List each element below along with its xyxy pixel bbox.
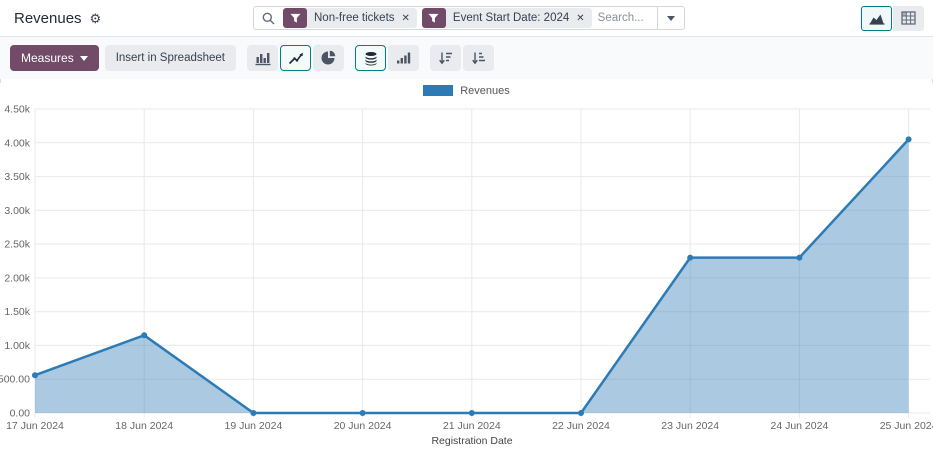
chart-point[interactable] <box>687 255 693 261</box>
bar-chart-button[interactable] <box>247 45 278 71</box>
x-tick-label: 17 Jun 2024 <box>6 420 64 432</box>
control-panel: Revenues ⚙ Non-free tickets ✕ Event Star… <box>0 0 933 37</box>
y-tick-label: 4.50k <box>4 104 30 116</box>
measures-label: Measures <box>21 51 74 65</box>
y-tick-label: 1.50k <box>4 306 30 318</box>
y-tick-label: 0.00 <box>10 408 31 420</box>
facet-close-icon[interactable]: ✕ <box>574 8 591 28</box>
graph-view-button[interactable] <box>861 6 892 31</box>
y-tick-label: 3.00k <box>4 205 30 217</box>
chart-point[interactable] <box>141 332 147 338</box>
caret-down-icon <box>80 56 88 61</box>
filter-funnel-icon[interactable] <box>422 8 446 28</box>
x-axis-title: Registration Date <box>431 435 512 447</box>
chart-point[interactable] <box>360 410 366 416</box>
sort-group <box>430 45 494 71</box>
revenue-chart-svg[interactable]: 0.00 500.00 1.00k 1.50k 2.00k 2.50k 3.00k 3.50k… <box>0 98 933 447</box>
chart-point[interactable] <box>32 372 38 378</box>
search-input[interactable] <box>592 12 657 24</box>
line-chart-icon <box>288 51 304 66</box>
filter-facet-event-start-date: Event Start Date: 2024 ✕ <box>422 8 592 28</box>
app-root: { "header": { "title": "Revenues", "gear… <box>0 0 933 449</box>
facet-label: Non-free tickets <box>307 8 400 28</box>
x-tick-label: 21 Jun 2024 <box>443 420 501 432</box>
pie-chart-icon <box>321 50 337 66</box>
y-tick-label: 2.00k <box>4 272 30 284</box>
page-title: Revenues <box>14 10 82 27</box>
bar-chart-icon <box>255 51 271 66</box>
x-tick-label: 18 Jun 2024 <box>115 420 173 432</box>
y-tick-label: 2.50k <box>4 239 30 251</box>
pivot-view-button[interactable] <box>893 6 924 31</box>
filter-funnel-icon[interactable] <box>283 8 307 28</box>
insert-in-spreadsheet-button[interactable]: Insert in Spreadsheet <box>105 45 236 71</box>
chart-section: Revenues 0.00 500.00 1.00k 1.50k 2.00k 2.50k 3… <box>0 83 933 449</box>
x-tick-label: 22 Jun 2024 <box>552 420 610 432</box>
gear-icon[interactable]: ⚙ <box>90 12 102 25</box>
x-tick-label: 25 Jun 2024 <box>880 420 933 432</box>
chart-point[interactable] <box>906 136 912 142</box>
view-switcher <box>861 6 924 31</box>
facet-label: Event Start Date: 2024 <box>446 8 574 28</box>
search-icon <box>261 11 276 26</box>
legend-swatch <box>423 85 453 96</box>
search-dropdown-toggle[interactable] <box>657 7 684 29</box>
caret-down-icon <box>667 16 675 21</box>
database-stack-icon <box>364 51 378 66</box>
y-tick-label: 1.00k <box>4 340 30 352</box>
facet-close-icon[interactable]: ✕ <box>400 8 417 28</box>
chart-point[interactable] <box>578 410 584 416</box>
area-chart-icon <box>869 11 885 25</box>
pivot-grid-icon <box>901 11 916 25</box>
graph-toolbar: Measures Insert in Spreadsheet <box>0 37 933 79</box>
legend-label: Revenues <box>460 85 510 97</box>
line-chart-button[interactable] <box>280 45 311 71</box>
cumulative-toggle-button[interactable] <box>388 45 419 71</box>
measures-button[interactable]: Measures <box>10 45 99 71</box>
sort-descending-button[interactable] <box>430 45 461 71</box>
x-tick-label: 24 Jun 2024 <box>770 420 828 432</box>
breadcrumb: Revenues ⚙ <box>14 10 253 27</box>
chart-point[interactable] <box>469 410 475 416</box>
filter-facet-non-free-tickets: Non-free tickets ✕ <box>283 8 417 28</box>
chart-legend[interactable]: Revenues <box>0 83 933 98</box>
stacked-toggle-button[interactable] <box>355 45 386 71</box>
x-tick-label: 23 Jun 2024 <box>661 420 719 432</box>
chart-type-group <box>247 45 344 71</box>
chart-point[interactable] <box>796 255 802 261</box>
y-tick-label: 4.00k <box>4 137 30 149</box>
x-tick-label: 19 Jun 2024 <box>224 420 282 432</box>
x-tick-label: 20 Jun 2024 <box>334 420 392 432</box>
ascending-bars-icon <box>396 51 411 65</box>
sort-descending-icon <box>438 51 453 65</box>
y-tick-label: 500.00 <box>0 374 30 386</box>
search-bar[interactable]: Non-free tickets ✕ Event Start Date: 202… <box>253 6 685 30</box>
sort-ascending-button[interactable] <box>463 45 494 71</box>
chart-point[interactable] <box>250 410 256 416</box>
pie-chart-button[interactable] <box>313 45 344 71</box>
sort-ascending-icon <box>471 51 486 65</box>
chart-option-group <box>355 45 419 71</box>
y-tick-label: 3.50k <box>4 171 30 183</box>
